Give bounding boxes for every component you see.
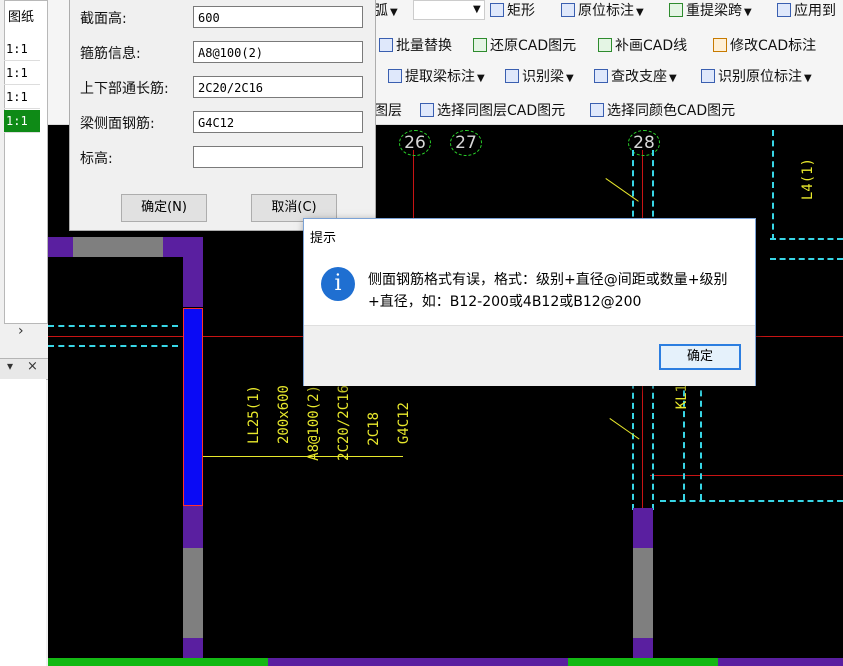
beam-line — [48, 345, 178, 347]
slab-edge — [48, 658, 268, 666]
long-rebar-field[interactable]: 2C20/2C16 — [193, 76, 363, 98]
selected-beam[interactable] — [183, 308, 203, 506]
beam-label-long-rebar: 2C20/2C16 — [336, 385, 352, 461]
section-height-field[interactable]: 600 — [193, 6, 363, 28]
drawing-list-panel: 图纸 1:1 1:1 1:1 1:1 › ▾ × — [0, 0, 49, 666]
line-icon — [598, 38, 612, 52]
pin-icon[interactable]: ▾ — [7, 359, 13, 373]
scale-row[interactable]: 1:1 — [4, 62, 40, 85]
dialog-ok-button[interactable]: 确定 — [659, 344, 741, 370]
batch-replace-button[interactable]: 批量替换 — [379, 35, 452, 55]
drawing-column-header: 图纸 — [8, 10, 35, 25]
info-icon: i — [321, 267, 355, 301]
slab-edge — [718, 658, 843, 666]
stirrup-label: 箍筋信息: — [80, 46, 141, 62]
beam-label-l4: L4(1) — [800, 158, 816, 201]
form-ok-button[interactable]: 确定(N) — [121, 194, 207, 222]
check-support-button[interactable]: 查改支座 ▼ — [594, 66, 677, 86]
scale-row-selected[interactable]: 1:1 — [4, 110, 40, 133]
dialog-message: 侧面钢筋格式有误，格式：级别+直径@间距或数量+级别+直径，如：B12-200或… — [368, 272, 728, 310]
arc-tool[interactable]: 弧 ▼ — [374, 0, 398, 20]
properties-panel — [0, 379, 46, 666]
beam-label-stirrup: A8@100(2) — [306, 385, 322, 461]
axis-line — [650, 475, 843, 476]
extract-beam-annot-button[interactable]: 提取梁标注 ▼ — [388, 66, 485, 86]
wall-column — [183, 506, 203, 548]
orig-annotation-button[interactable]: 原位标注 ▼ — [561, 0, 644, 20]
side-rebar-label: 梁侧面钢筋: — [80, 116, 155, 132]
apply-button[interactable]: 应用到 — [777, 0, 836, 20]
beam-label-extra: 2C18 — [366, 412, 382, 446]
close-icon[interactable]: × — [27, 359, 38, 374]
wall-column — [183, 237, 203, 307]
wall-column — [633, 508, 653, 548]
scroll-right-icon[interactable]: › — [18, 323, 24, 339]
layer-button[interactable]: 图层 — [374, 100, 402, 120]
annotation-icon — [561, 3, 575, 17]
slab-edge — [568, 658, 718, 666]
rectangle-button[interactable]: 矩形 — [490, 0, 535, 20]
beam-label-kl: KL1 — [674, 384, 690, 410]
wall-column — [633, 548, 653, 638]
cad-layer-icon — [420, 103, 434, 117]
beam-label-name: LL25(1) — [246, 385, 262, 445]
beam-info-form: 截面高: 600 箍筋信息: A8@100(2) 上下部通长筋: 2C20/2C… — [69, 0, 376, 231]
select-same-color-button[interactable]: 选择同颜色CAD图元 — [590, 100, 735, 120]
elevation-field[interactable] — [193, 146, 363, 168]
beam-line — [660, 500, 843, 502]
identify-orig-annot-button[interactable]: 识别原位标注 ▼ — [701, 66, 812, 86]
extract-icon — [388, 69, 402, 83]
modify-cad-annot-button[interactable]: 修改CAD标注 — [713, 35, 816, 55]
dialog-title: 提示 — [310, 231, 337, 246]
identify-annot-icon — [701, 69, 715, 83]
wall-segment — [48, 237, 73, 257]
select-same-layer-button[interactable]: 选择同图层CAD图元 — [420, 100, 565, 120]
rectangle-icon — [490, 3, 504, 17]
identify-icon — [505, 69, 519, 83]
axis-bubble-27: 27 — [450, 130, 482, 156]
add-cad-line-button[interactable]: 补画CAD线 — [598, 35, 687, 55]
scale-row[interactable]: 1:1 — [4, 38, 40, 61]
re-span-button[interactable]: 重提梁跨 ▼ — [669, 0, 752, 20]
wall-column — [633, 638, 653, 658]
beam-label-section: 200x600 — [276, 385, 292, 445]
replace-icon — [379, 38, 393, 52]
beam-line — [772, 130, 774, 240]
restore-icon — [473, 38, 487, 52]
beam-line — [770, 258, 843, 260]
wall-column — [183, 548, 203, 638]
long-rebar-label: 上下部通长筋: — [80, 81, 169, 97]
support-icon — [594, 69, 608, 83]
identify-beam-button[interactable]: 识别梁 ▼ — [505, 66, 574, 86]
wall-segment — [73, 237, 163, 257]
axis-bubble-26: 26 — [399, 130, 431, 156]
edit-icon — [713, 38, 727, 52]
stirrup-field[interactable]: A8@100(2) — [193, 41, 363, 63]
span-icon — [669, 3, 683, 17]
section-height-label: 截面高: — [80, 11, 127, 27]
alert-dialog: 提示 i 侧面钢筋格式有误，格式：级别+直径@间距或数量+级别+直径，如：B12… — [303, 218, 756, 386]
leader-line — [203, 456, 403, 457]
side-rebar-field[interactable]: G4C12 — [193, 111, 363, 133]
wall-column — [183, 638, 203, 658]
elevation-label: 标高: — [80, 151, 113, 167]
apply-icon — [777, 3, 791, 17]
beam-line — [770, 238, 843, 240]
beam-label-side-rebar: G4C12 — [396, 402, 412, 445]
beam-line — [700, 380, 702, 500]
scale-row[interactable]: 1:1 — [4, 86, 40, 109]
cad-color-icon — [590, 103, 604, 117]
combo-dropdown-icon[interactable]: ▼ — [471, 0, 481, 16]
beam-line — [48, 325, 178, 327]
restore-cad-button[interactable]: 还原CAD图元 — [473, 35, 576, 55]
slab-edge — [268, 658, 568, 666]
